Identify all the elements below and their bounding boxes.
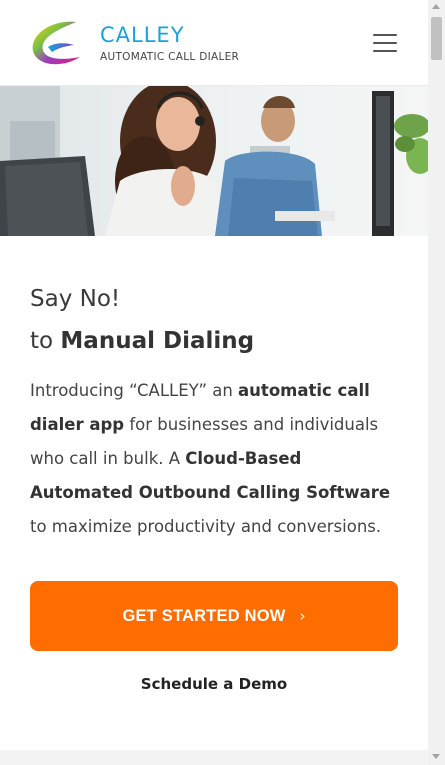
intro-paragraph: Introducing “CALLEY” an automatic call d… [30, 374, 400, 544]
brand-logo[interactable]: CALLEY AUTOMATIC CALL DIALER [30, 19, 239, 67]
intro-text-1: Introducing “CALLEY” an [30, 381, 239, 400]
headline-subline: to Manual Dialing [30, 326, 400, 356]
scroll-up-arrow-icon[interactable] [432, 4, 440, 9]
page: CALLEY AUTOMATIC CALL DIALER Say No! to … [0, 0, 428, 765]
brand-name: CALLEY [100, 23, 185, 47]
scroll-down-arrow-icon[interactable] [432, 754, 440, 759]
chevron-right-icon: › [299, 607, 306, 625]
hamburger-menu-icon[interactable] [373, 34, 397, 52]
next-section-edge [0, 750, 428, 765]
schedule-demo-link[interactable]: Schedule a Demo [30, 675, 398, 693]
intro-text-3: to maximize productivity and conversions… [30, 517, 382, 536]
get-started-button[interactable]: GET STARTED NOW › [30, 581, 398, 651]
site-header: CALLEY AUTOMATIC CALL DIALER [0, 0, 428, 86]
get-started-label: GET STARTED NOW [122, 606, 286, 625]
logo-text: CALLEY AUTOMATIC CALL DIALER [100, 23, 239, 63]
menu-bar [373, 42, 397, 44]
calley-swoosh-logo-icon [32, 21, 80, 65]
headline-to: to [30, 328, 54, 354]
call-center-agents-image [0, 86, 428, 236]
menu-bar [373, 50, 397, 52]
brand-tagline: AUTOMATIC CALL DIALER [100, 51, 240, 63]
menu-bar [373, 34, 397, 36]
scrollbar-thumb[interactable] [431, 17, 442, 60]
hero-image [0, 86, 428, 236]
hero-content: Say No! to Manual Dialing Introducing “C… [30, 236, 400, 544]
page-scrollbar[interactable] [428, 0, 445, 765]
headline-say-no: Say No! [30, 286, 121, 312]
headline-manual-dialing: Manual Dialing [60, 328, 255, 354]
